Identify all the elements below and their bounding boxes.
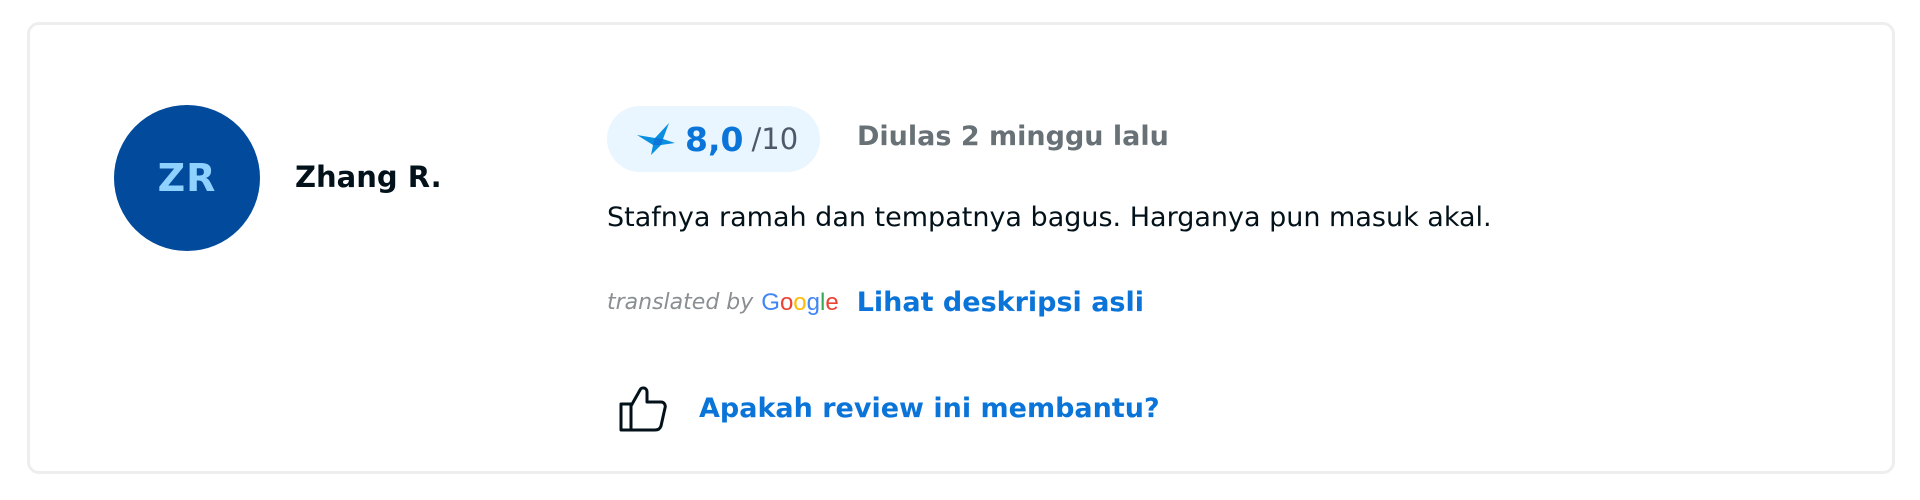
see-original-link[interactable]: Lihat deskripsi asli — [857, 287, 1144, 318]
helpful-button[interactable]: Apakah review ini membantu? — [617, 382, 1160, 434]
score-value: 8,0 — [685, 119, 744, 159]
review-date: Diulas 2 minggu lalu — [857, 121, 1169, 152]
score-max: /10 — [751, 122, 799, 156]
review-card: ZR Zhang R. 8,0 /10 Diulas 2 minggu lalu… — [27, 22, 1895, 474]
thumbs-up-icon — [619, 386, 667, 432]
avatar-initials: ZR — [157, 156, 217, 200]
avatar: ZR — [114, 105, 260, 251]
traveloka-bird-icon — [637, 123, 675, 155]
translation-row: translated by Google Lihat deskripsi asl… — [607, 287, 1144, 318]
reviewer-name: Zhang R. — [295, 160, 442, 194]
google-logo: Google — [761, 288, 839, 316]
helpful-label[interactable]: Apakah review ini membantu? — [699, 393, 1160, 424]
translated-by-label: translated by — [607, 290, 754, 315]
review-text: Stafnya ramah dan tempatnya bagus. Harga… — [607, 202, 1492, 233]
score-badge: 8,0 /10 — [607, 106, 820, 172]
